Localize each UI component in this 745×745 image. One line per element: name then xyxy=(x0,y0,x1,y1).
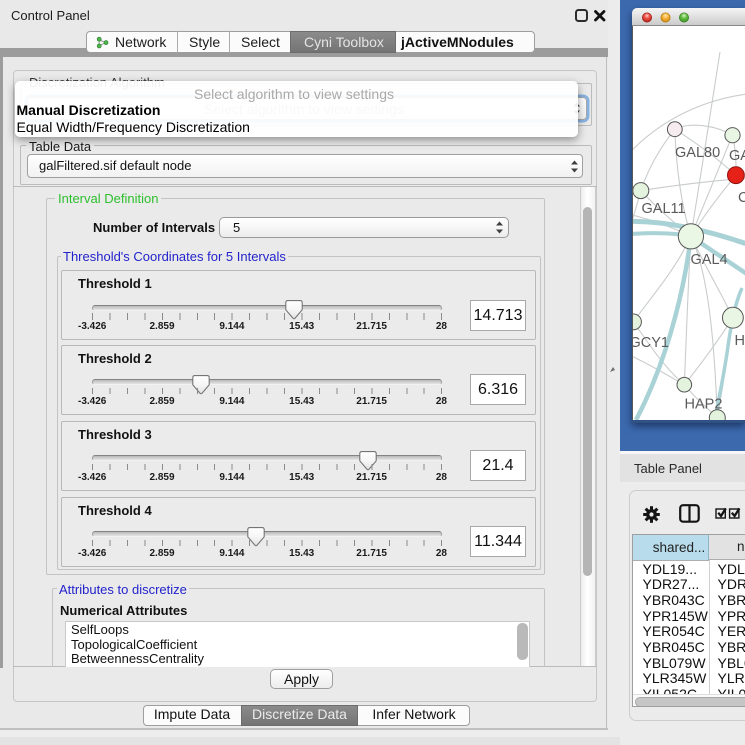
svg-text:H: H xyxy=(735,333,745,349)
svg-text:HAP2: HAP2 xyxy=(685,397,723,413)
svg-text:GAL11: GAL11 xyxy=(642,201,686,217)
svg-text:GA: GA xyxy=(729,148,745,164)
svg-text:C: C xyxy=(738,190,745,206)
svg-text:GCY1: GCY1 xyxy=(633,335,669,351)
svg-text:GAL4: GAL4 xyxy=(691,252,728,268)
svg-text:GAL80: GAL80 xyxy=(675,145,720,161)
